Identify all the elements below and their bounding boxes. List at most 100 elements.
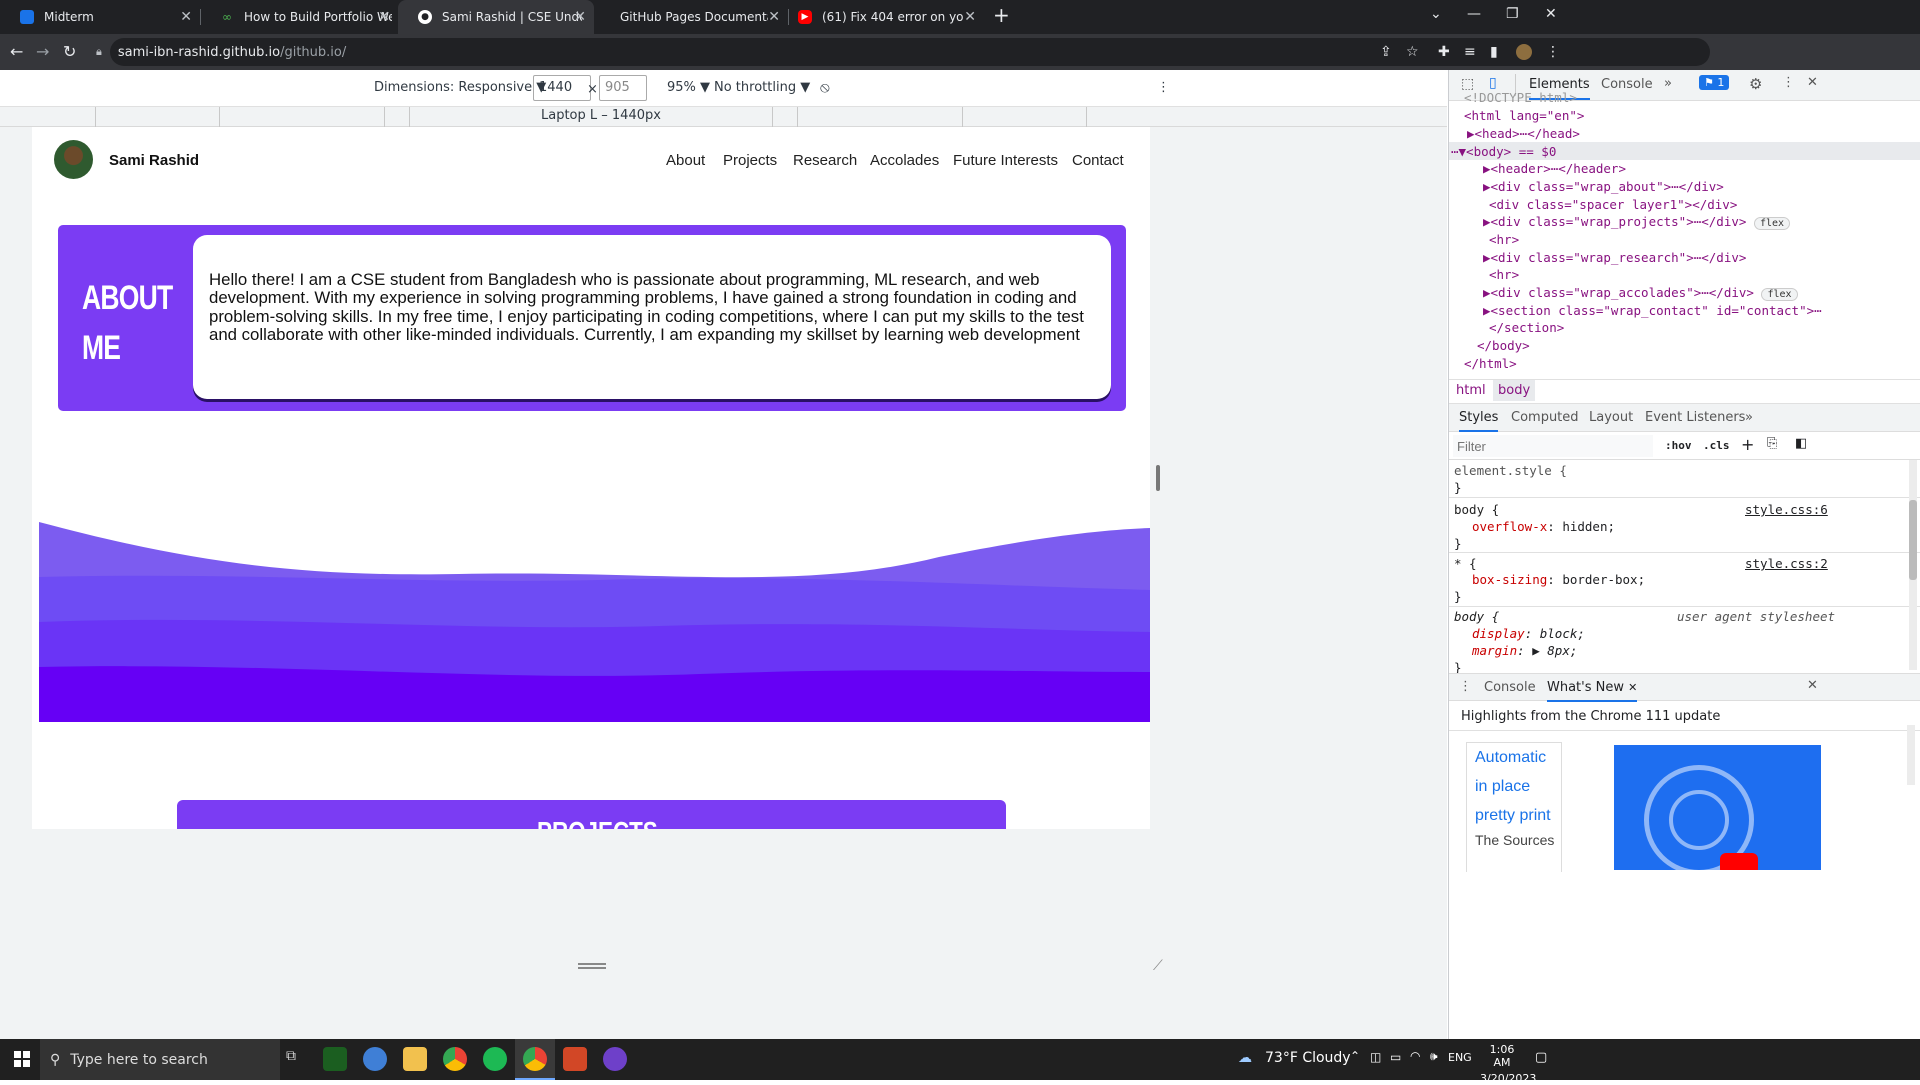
rotate-icon[interactable]: ⦸ (820, 78, 830, 96)
height-input[interactable]: 905 (599, 75, 647, 101)
whats-new-link[interactable]: in place (1475, 772, 1561, 801)
breadcrumb-html[interactable]: html (1456, 383, 1486, 398)
dom-line[interactable]: <div class="spacer layer1"></div> (1489, 197, 1737, 212)
site-name[interactable]: Sami Rashid (109, 152, 199, 169)
dom-line[interactable]: ▶<div class="wrap_accolades">⋯</div> fle… (1483, 285, 1798, 301)
dom-line[interactable]: </body> (1477, 338, 1530, 353)
resize-corner-icon[interactable]: ⟋ (1153, 958, 1163, 974)
tray-icon[interactable]: ◫ (1370, 1050, 1381, 1064)
profile-avatar[interactable] (54, 140, 93, 179)
settings-gear-icon[interactable]: ⚙ (1749, 75, 1762, 93)
dom-line[interactable]: </html> (1464, 356, 1517, 371)
taskbar-search-box[interactable]: ⚲ Type here to search (40, 1039, 280, 1080)
tab-midterm[interactable]: Midterm ✕ (0, 0, 200, 34)
close-window-icon[interactable]: ✕ (1545, 6, 1557, 22)
rule-selector[interactable]: * { (1454, 556, 1477, 571)
device-options-kebab-icon[interactable]: ⋮ (1157, 80, 1170, 95)
chrome-icon[interactable] (443, 1047, 467, 1071)
battery-icon[interactable]: ▭ (1390, 1050, 1401, 1064)
css-value[interactable]: block; (1540, 626, 1585, 641)
forward-arrow-icon[interactable]: → (36, 42, 49, 61)
rule-selector[interactable]: body { (1454, 502, 1499, 517)
close-devtools-icon[interactable]: ✕ (1807, 75, 1818, 90)
tray-chevron-icon[interactable]: ⌃ (1350, 1049, 1360, 1063)
drawer-kebab-icon[interactable]: ⋮ (1459, 679, 1472, 694)
styles-filter-input[interactable] (1453, 435, 1653, 457)
close-drawer-icon[interactable]: ✕ (1807, 678, 1818, 693)
spotify-icon[interactable] (483, 1047, 507, 1071)
chrome-active-icon[interactable] (523, 1047, 547, 1071)
dom-line[interactable]: ▶<div class="wrap_research">⋯</div> (1483, 250, 1746, 265)
dom-line[interactable]: ▶<header>⋯</header> (1483, 161, 1626, 176)
media-query-bar[interactable]: Laptop L – 1440px (0, 107, 1447, 127)
css-property[interactable]: overflow-x (1472, 519, 1547, 534)
dom-line[interactable]: <hr> (1489, 267, 1519, 282)
breadcrumb-body[interactable]: body (1493, 380, 1536, 401)
bookmark-star-icon[interactable]: ☆ (1406, 44, 1422, 60)
minimize-icon[interactable]: — (1467, 6, 1481, 22)
dom-line[interactable]: ▶<div class="wrap_about">⋯</div> (1483, 179, 1724, 194)
powerpoint-icon[interactable] (563, 1047, 587, 1071)
side-panel-icon[interactable]: ▮ (1490, 44, 1506, 60)
tab-youtube-fix-404[interactable]: ▶ (61) Fix 404 error on your Github ✕ (788, 0, 984, 34)
flex-badge[interactable]: flex (1753, 217, 1791, 230)
zoom-dropdown[interactable]: 95% ▼ (667, 80, 710, 95)
throttling-dropdown[interactable]: No throttling ▼ (714, 80, 810, 95)
close-whats-new-icon[interactable]: ✕ (1628, 681, 1637, 694)
dom-line[interactable]: ▶<div class="wrap_projects">⋯</div> flex (1483, 214, 1791, 230)
toggle-sidebar-icon[interactable]: ◧ (1795, 436, 1807, 451)
resize-handle-bottom[interactable] (578, 963, 606, 969)
dimensions-dropdown[interactable]: Dimensions: Responsive ▼ (374, 80, 546, 95)
css-property[interactable]: display (1472, 626, 1525, 641)
rule-selector[interactable]: body { (1454, 609, 1499, 624)
notification-icon[interactable]: ▢ (1535, 1050, 1547, 1065)
tab-portfolio-tutorial[interactable]: ∞ How to Build Portfolio Website A ✕ (200, 0, 398, 34)
tab-sami-rashid[interactable]: ● Sami Rashid | CSE Undergrad | Pr ✕ (398, 0, 594, 34)
share-icon[interactable]: ⇪ (1380, 44, 1396, 60)
language-indicator[interactable]: ENG (1448, 1051, 1472, 1064)
drawer-tab-whats-new[interactable]: What's New ✕ (1547, 680, 1638, 702)
whats-new-video-thumbnail[interactable] (1614, 745, 1821, 870)
issues-badge[interactable]: ⚑ 1 (1699, 75, 1730, 90)
styles-scrollbar[interactable] (1909, 460, 1917, 670)
nav-projects[interactable]: Projects (723, 152, 777, 169)
flex-badge[interactable]: flex (1761, 288, 1798, 301)
new-rule-plus-icon[interactable]: + (1741, 435, 1754, 454)
tab-computed[interactable]: Computed (1511, 410, 1579, 425)
tab-github-pages-docs[interactable]: GitHub Pages Documentation - G ✕ (600, 0, 788, 34)
rule-source-link[interactable]: style.css:6 (1745, 502, 1828, 517)
whats-new-link[interactable]: Automatic (1475, 743, 1561, 772)
more-tabs-icon[interactable]: » (1664, 76, 1672, 91)
dom-line[interactable]: </section> (1489, 320, 1564, 335)
reload-icon[interactable]: ↻ (63, 42, 76, 61)
back-arrow-icon[interactable]: ← (10, 42, 23, 61)
close-tab-icon[interactable]: ✕ (180, 9, 192, 25)
github-desktop-icon[interactable] (603, 1047, 627, 1071)
task-view-icon[interactable]: ⧉ (286, 1048, 296, 1064)
paint-brush-icon[interactable]: ⎘ (1767, 436, 1777, 451)
app-icon-green[interactable] (323, 1047, 347, 1071)
devtools-kebab-icon[interactable]: ⋮ (1782, 75, 1795, 90)
css-value[interactable]: ▶ 8px; (1532, 643, 1577, 658)
rule-selector[interactable]: element.style { (1454, 463, 1567, 478)
new-tab-plus-icon[interactable]: + (993, 3, 1010, 27)
css-property[interactable]: margin (1472, 643, 1517, 658)
dom-line[interactable]: <html lang="en"> (1464, 108, 1584, 123)
menu-kebab-icon[interactable]: ⋮ (1546, 44, 1562, 60)
more-style-tabs-icon[interactable]: » (1745, 410, 1753, 425)
dom-line[interactable]: <!DOCTYPE html> (1464, 90, 1577, 105)
nav-accolades[interactable]: Accolades (870, 152, 939, 169)
cls-button[interactable]: .cls (1703, 439, 1730, 452)
css-value[interactable]: border-box; (1562, 572, 1645, 587)
resize-handle-right[interactable] (1156, 465, 1160, 491)
file-explorer-icon[interactable] (403, 1047, 427, 1071)
hov-button[interactable]: :hov (1665, 439, 1692, 452)
tab-search-chevron-icon[interactable]: ⌄ (1430, 6, 1442, 22)
nav-contact[interactable]: Contact (1072, 152, 1124, 169)
dom-line[interactable]: ▶<section class="wrap_contact" id="conta… (1483, 303, 1822, 318)
width-input[interactable]: 1440 (533, 75, 591, 101)
nav-future-interests[interactable]: Future Interests (953, 152, 1058, 169)
volume-icon[interactable]: 🕪︎ (1430, 1049, 1438, 1064)
drawer-tab-console[interactable]: Console (1484, 680, 1536, 695)
tab-layout[interactable]: Layout (1589, 410, 1633, 425)
